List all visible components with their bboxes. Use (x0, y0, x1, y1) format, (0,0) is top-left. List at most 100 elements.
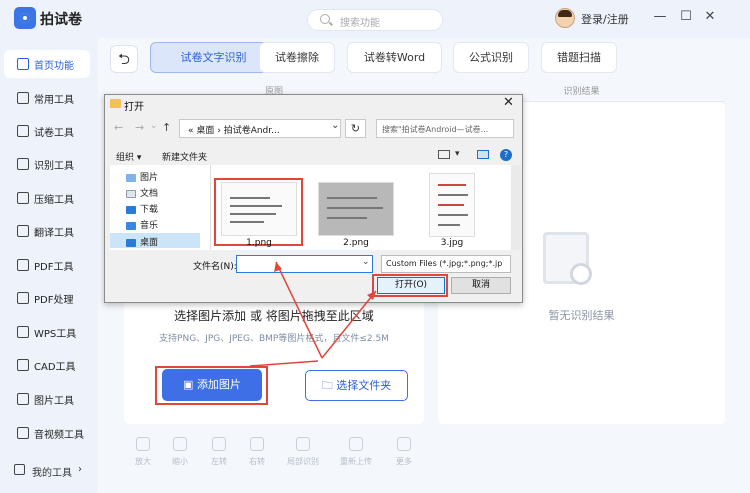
help-icon[interactable]: ? (500, 149, 512, 161)
filename-input[interactable] (236, 255, 373, 273)
sidebar-item-label: 常用工具 (34, 95, 74, 106)
add-image-label: 添加图片 (196, 378, 241, 391)
download-icon (126, 205, 136, 214)
search-input[interactable]: 搜索功能 (307, 9, 443, 31)
tool-label: 放大 (135, 457, 151, 466)
sidebar-item-common[interactable]: 常用工具 (4, 84, 90, 112)
sidebar-item-label: 图片工具 (34, 396, 74, 407)
chevron-down-icon[interactable]: ⌄ (150, 121, 158, 131)
dialog-title: 打开 (124, 102, 144, 113)
address-text: « 桌面 › 拍试卷Andr... (188, 126, 280, 136)
tab-mistake-scan[interactable]: 错题扫描 (541, 42, 617, 73)
tool-label: 右转 (249, 457, 265, 466)
drop-title: 选择图片添加 或 将图片拖拽至此区域 (174, 309, 374, 323)
zoom-out-button[interactable]: 缩小 (160, 437, 200, 467)
empty-result-text: 暂无识别结果 (548, 309, 615, 322)
cancel-button[interactable]: 取消 (451, 277, 511, 294)
file-name[interactable]: 1.png (221, 238, 297, 248)
add-image-button[interactable]: ▣ 添加图片 (162, 369, 262, 401)
new-folder-button[interactable]: 新建文件夹 (162, 150, 207, 163)
tab-paper-ocr[interactable]: 试卷文字识别 (150, 42, 277, 73)
image-icon: ▣ (183, 378, 197, 391)
zoom-in-button[interactable]: 放大 (123, 437, 163, 467)
image-icon (17, 393, 29, 405)
sidebar-item-paper[interactable]: 试卷工具 (4, 117, 90, 145)
sidebar-item-label: WPS工具 (34, 329, 77, 340)
chevron-right-icon: › (78, 464, 82, 475)
sidebar-item-home[interactable]: 首页功能 (4, 50, 90, 78)
file-thumbnail[interactable] (429, 173, 475, 237)
desktop-icon (126, 238, 136, 247)
partial-ocr-button[interactable]: 局部识别 (283, 437, 323, 467)
dialog-search-input[interactable]: 搜索"拍试卷Android—试卷... (376, 119, 514, 138)
sidebar-item-image[interactable]: 图片工具 (4, 385, 90, 413)
view-icon[interactable] (438, 150, 450, 159)
rotate-left-button[interactable]: 左转 (199, 437, 239, 467)
choose-folder-button[interactable]: 🗀 选择文件夹 (305, 370, 408, 401)
up-arrow-icon[interactable]: ↑ (162, 121, 171, 134)
file-thumbnail[interactable] (318, 182, 394, 236)
more-button[interactable]: 更多 (384, 437, 424, 467)
app-logo-icon (14, 7, 36, 29)
file-name[interactable]: 2.png (318, 238, 394, 248)
rotate-right-button[interactable]: 右转 (237, 437, 277, 467)
forward-arrow-icon[interactable]: → (135, 121, 144, 134)
tab-paper-erase[interactable]: 试卷擦除 (259, 42, 335, 73)
my-tools-label: 我的工具 (32, 468, 72, 479)
sidebar-item-compress[interactable]: 压缩工具 (4, 184, 90, 212)
wps-icon (17, 326, 29, 338)
reupload-button[interactable]: 重新上传 (336, 437, 376, 467)
nav-item-label: 文档 (140, 189, 159, 199)
preview-pane-icon[interactable] (477, 150, 489, 159)
avatar[interactable] (555, 8, 575, 28)
address-dropdown[interactable]: ⌄ (331, 120, 339, 131)
organize-menu[interactable]: 组织 ▾ (116, 150, 141, 163)
back-arrow-icon[interactable]: ← (114, 121, 123, 134)
nav-item-music[interactable]: 音乐 (126, 218, 158, 231)
translate-icon (17, 225, 29, 237)
home-icon (17, 58, 29, 70)
chevron-down-icon[interactable]: ⌄ (362, 257, 370, 267)
tab-formula[interactable]: 公式识别 (453, 42, 529, 73)
close-button[interactable]: ✕ (700, 7, 720, 27)
open-button[interactable]: 打开(O) (377, 277, 445, 294)
sidebar-item-translate[interactable]: 翻译工具 (4, 217, 90, 245)
sidebar-item-pdf[interactable]: PDF工具 (4, 251, 90, 279)
layers-icon (17, 92, 29, 104)
zoom-in-icon (136, 437, 150, 451)
maximize-button[interactable]: ☐ (676, 7, 696, 27)
empty-result-icon (543, 232, 592, 285)
sidebar-item-label: 识别工具 (34, 161, 74, 172)
file-name[interactable]: 3.jpg (414, 238, 490, 248)
nav-item-pictures[interactable]: 图片 (126, 170, 158, 183)
nav-item-downloads[interactable]: 下载 (126, 202, 158, 215)
filename-label: 文件名(N): (193, 262, 237, 272)
dialog-close-button[interactable]: ✕ (503, 95, 514, 110)
tab-paper-to-word[interactable]: 试卷转Word (347, 42, 442, 73)
media-icon (17, 427, 29, 439)
file-thumbnail[interactable] (221, 182, 297, 236)
back-button[interactable]: ⮌ (110, 45, 138, 73)
sidebar-item-wps[interactable]: WPS工具 (4, 318, 90, 346)
file-type-filter[interactable]: Custom Files (*.jpg;*.png;*.jp (381, 255, 511, 273)
refresh-button[interactable]: ↻ (345, 119, 366, 138)
zoom-out-icon (173, 437, 187, 451)
minimize-button[interactable]: — (650, 7, 670, 27)
sidebar-item-label: 压缩工具 (34, 195, 74, 206)
nav-item-documents[interactable]: 文档 (126, 186, 158, 199)
nav-item-desktop[interactable]: 桌面 (126, 235, 158, 248)
login-link[interactable]: 登录/注册 (581, 11, 629, 27)
sidebar-item-cad[interactable]: CAD工具 (4, 351, 90, 379)
scrollbar[interactable] (511, 165, 521, 250)
nav-item-label: 下载 (140, 205, 159, 215)
sidebar-item-recognize[interactable]: 识别工具 (4, 150, 90, 178)
chevron-down-icon[interactable]: ▾ (455, 149, 460, 159)
app-name: 拍试卷 (40, 12, 82, 28)
sidebar-item-pdf-process[interactable]: PDF处理 (4, 284, 90, 312)
pdf-process-icon (17, 292, 29, 304)
refresh-icon (349, 437, 363, 451)
compress-icon (17, 192, 29, 204)
sidebar-item-media[interactable]: 音视频工具 (4, 419, 90, 447)
sidebar-item-label: 翻译工具 (34, 228, 74, 239)
paper-icon (17, 125, 29, 137)
